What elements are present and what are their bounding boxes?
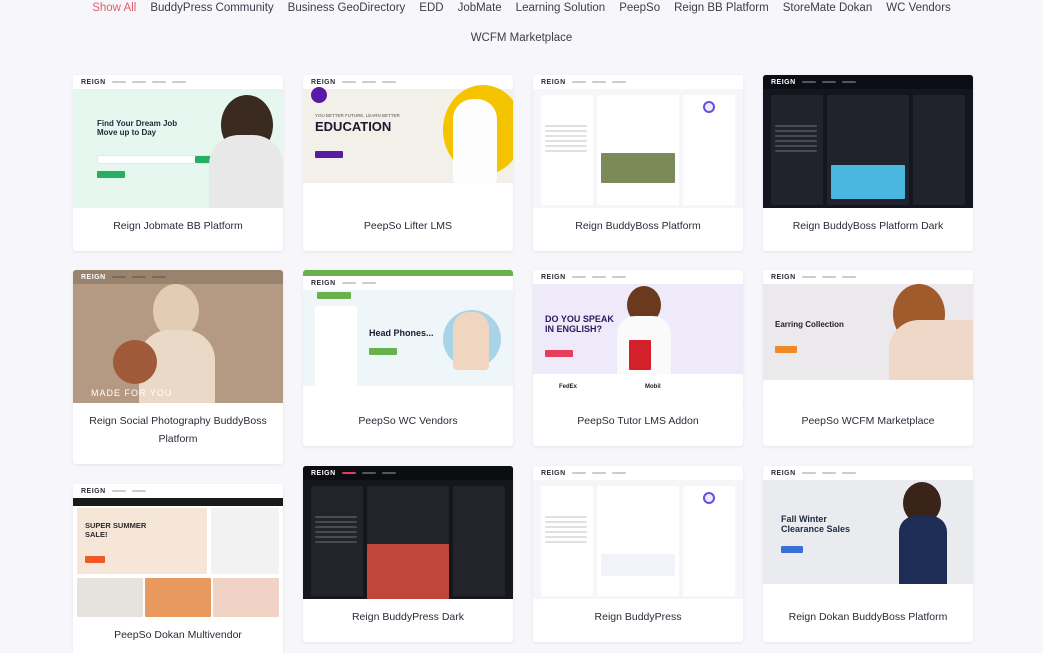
thumb-heading: SUPER SUMMER SALE! (85, 521, 147, 539)
thumb-brand-mobil: Mobil (645, 384, 661, 390)
demo-card-title: PeepSo WCFM Marketplace (801, 415, 935, 427)
demo-thumbnail: REIGN DO YOU SPEAK IN ENGLISH? FedEx Mob… (533, 270, 743, 403)
demo-card-title: PeepSo Dokan Multivendor (114, 629, 242, 641)
demo-card-title: PeepSo WC Vendors (358, 415, 458, 427)
filter-peepso[interactable]: PeepSo (612, 2, 667, 14)
demo-thumbnail: REIGN MADE FOR YOU (73, 270, 283, 403)
demo-thumbnail: REIGN YOU BETTER FUTURE, LEARN BETTER ED… (303, 75, 513, 208)
demo-card-title: Reign BuddyPress (594, 611, 682, 623)
demo-card-reign-jobmate[interactable]: REIGN Find Your Dream Job Move up to Day… (73, 75, 283, 251)
filter-buddypress-community[interactable]: BuddyPress Community (143, 2, 280, 14)
demo-thumbnail: REIGN Find Your Dream Job Move up to Day (73, 75, 283, 208)
thumb-heading: Find Your Dream Job Move up to Day (97, 119, 178, 138)
filter-wc-vendors[interactable]: WC Vendors (879, 2, 958, 14)
demo-card-reign-buddypress[interactable]: REIGN Reign BuddyPress (533, 466, 743, 642)
demo-thumbnail: REIGN Earring Collection (763, 270, 973, 403)
filter-reign-bb-platform[interactable]: Reign BB Platform (667, 2, 776, 14)
demo-card-title: PeepSo Lifter LMS (363, 220, 453, 232)
thumb-heading: Head Phones... (369, 328, 434, 338)
thumb-kicker: YOU BETTER FUTURE, LEARN BETTER (315, 113, 400, 118)
demo-card-title: Reign Dokan BuddyBoss Platform (788, 611, 948, 623)
thumb-heading: EDUCATION (315, 119, 392, 134)
thumb-brand-fedex: FedEx (559, 384, 578, 390)
category-filter-bar: Show All BuddyPress Community Business G… (0, 0, 1043, 44)
demo-card-reign-dokan-buddyboss[interactable]: REIGN Fall Winter Clearance Sales Reign … (763, 466, 973, 642)
filter-storemate-dokan[interactable]: StoreMate Dokan (776, 2, 880, 14)
demo-card-title: Reign BuddyPress Dark (351, 611, 465, 623)
demo-card-peepso-tutor-lms[interactable]: REIGN DO YOU SPEAK IN ENGLISH? FedEx Mob… (533, 270, 743, 446)
demo-card-reign-social-photography[interactable]: REIGN MADE FOR YOU Reign Social Photogra… (73, 270, 283, 464)
thumb-logo: REIGN (311, 78, 336, 86)
filter-row-2: WCFM Marketplace (0, 31, 1043, 45)
thumb-logo: REIGN (81, 78, 106, 86)
demo-thumbnail: REIGN Fall Winter Clearance Sales (763, 466, 973, 599)
demo-card-title: PeepSo Tutor LMS Addon (577, 415, 699, 427)
demo-card-title: Reign BuddyBoss Platform Dark (792, 220, 944, 232)
filter-learning-solution[interactable]: Learning Solution (509, 2, 613, 14)
demo-card-reign-buddyboss[interactable]: REIGN Reign BuddyBoss Platform (533, 75, 743, 251)
demo-card-title: Reign Social Photography BuddyBoss Platf… (89, 415, 267, 445)
demo-thumbnail: REIGN SUPER SUMMER SALE! (73, 484, 283, 617)
demo-thumbnail: REIGN (303, 466, 513, 599)
demo-thumbnail: REIGN (533, 75, 743, 208)
filter-edd[interactable]: EDD (412, 2, 450, 14)
thumb-heading: Fall Winter Clearance Sales (781, 514, 851, 535)
demo-card-peepso-wcfm-marketplace[interactable]: REIGN Earring Collection PeepSo WCFM Mar… (763, 270, 973, 446)
filter-show-all[interactable]: Show All (85, 2, 143, 14)
thumb-heading: DO YOU SPEAK IN ENGLISH? (545, 314, 614, 335)
filter-row-1: Show All BuddyPress Community Business G… (0, 0, 1043, 16)
demo-card-title: Reign Jobmate BB Platform (113, 220, 243, 232)
thumb-heading: MADE FOR YOU (91, 388, 173, 398)
demo-card-title: Reign BuddyBoss Platform (575, 220, 701, 232)
demo-thumbnail: REIGN (533, 466, 743, 599)
demo-card-reign-buddyboss-dark[interactable]: REIGN Reign BuddyBoss Platform Dark (763, 75, 973, 251)
demo-thumbnail: REIGN Head Phones... (303, 270, 513, 403)
demo-card-peepso-lifter-lms[interactable]: REIGN YOU BETTER FUTURE, LEARN BETTER ED… (303, 75, 513, 251)
thumb-heading: Earring Collection (775, 320, 844, 329)
filter-wcfm-marketplace[interactable]: WCFM Marketplace (464, 32, 580, 44)
demo-card-peepso-wc-vendors[interactable]: REIGN Head Phones... PeepSo WC Vendors (303, 270, 513, 446)
filter-jobmate[interactable]: JobMate (451, 2, 509, 14)
demo-card-reign-buddypress-dark[interactable]: REIGN Reign BuddyPress Dark (303, 466, 513, 642)
demo-thumbnail: REIGN (763, 75, 973, 208)
filter-business-geodirectory[interactable]: Business GeoDirectory (281, 2, 413, 14)
demo-card-peepso-dokan-multivendor[interactable]: REIGN SUPER SUMMER SALE! PeepSo Dokan Mu… (73, 484, 283, 653)
